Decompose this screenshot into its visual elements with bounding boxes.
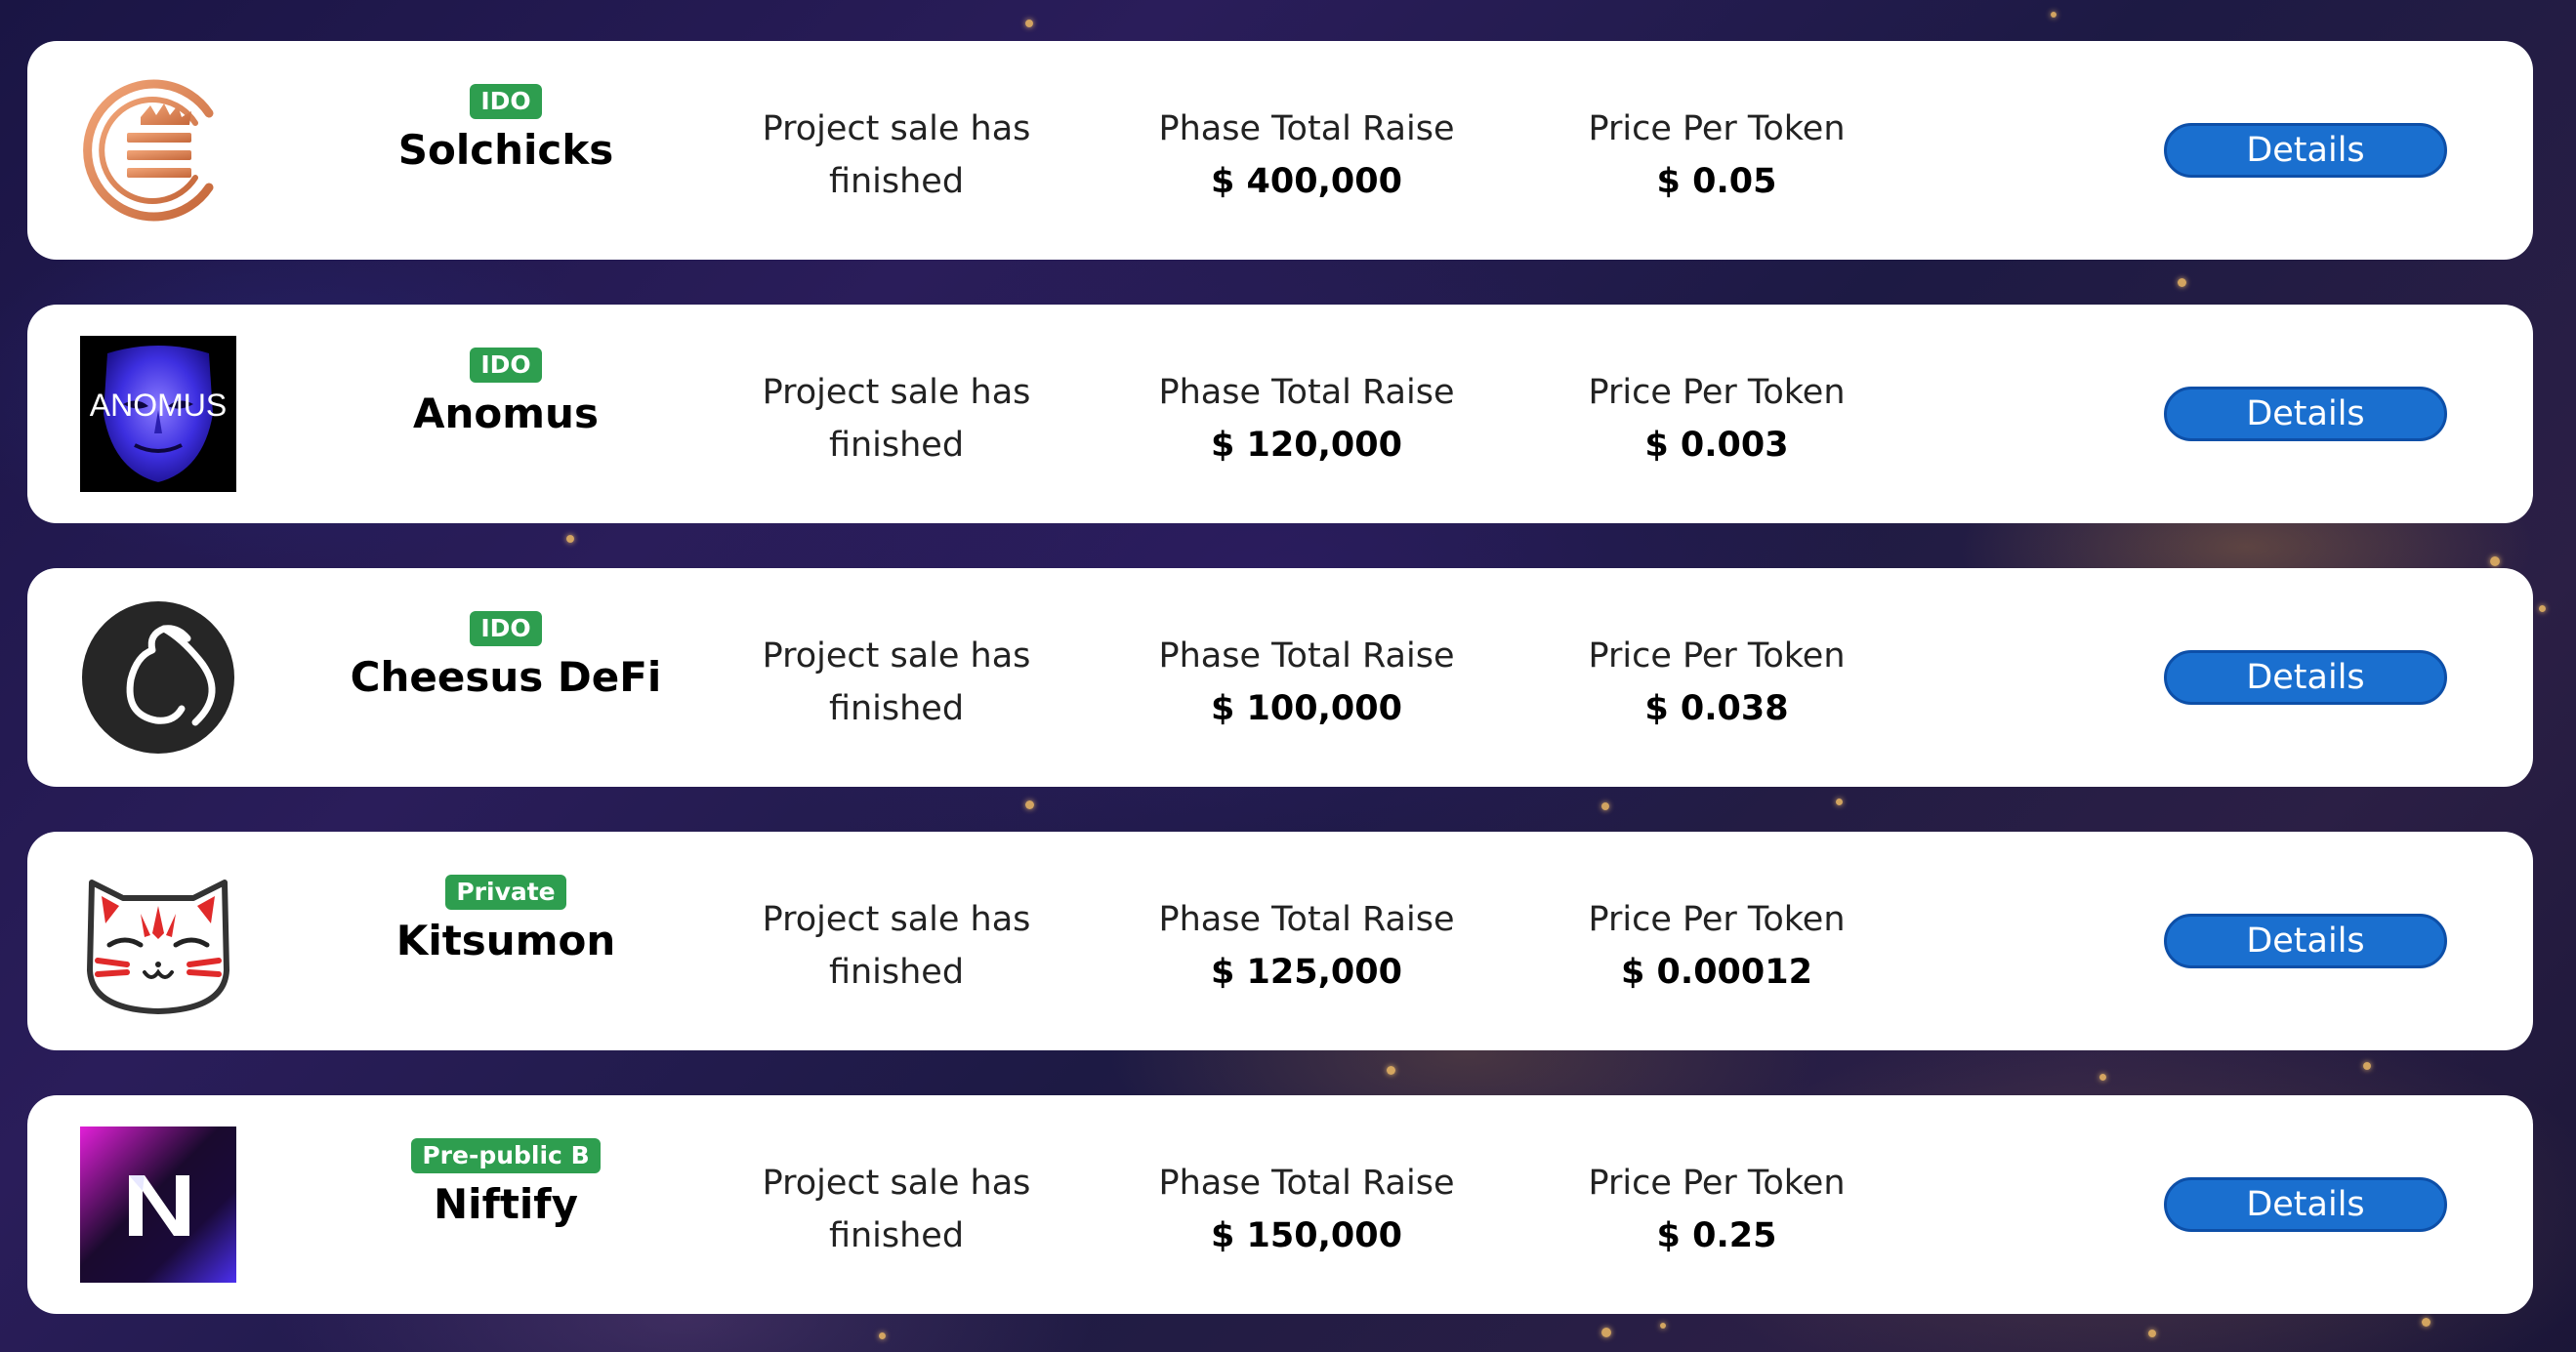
project-name-group: Pre-public B Niftify xyxy=(311,1138,701,1230)
phase-total-raise-label: Phase Total Raise xyxy=(1158,900,1455,939)
project-card-kitsumon: Private Kitsumon Project sale has finish… xyxy=(27,832,2533,1050)
price-per-token-value: $ 0.038 xyxy=(1644,689,1789,728)
sale-status-line2: finished xyxy=(828,689,965,728)
project-name-group: Private Kitsumon xyxy=(311,875,701,966)
details-button[interactable]: Details xyxy=(2164,650,2447,705)
project-card-niftify: Pre-public B Niftify Project sale has fi… xyxy=(27,1095,2533,1314)
sale-type-badge: Private xyxy=(445,875,566,910)
price-per-token-label: Price Per Token xyxy=(1588,109,1846,148)
phase-total-raise-label: Phase Total Raise xyxy=(1158,109,1455,148)
phase-total-raise-label: Phase Total Raise xyxy=(1158,636,1455,676)
price-per-token: Price Per Token $ 0.00012 xyxy=(1531,893,1902,999)
sale-status-line2: finished xyxy=(828,953,965,992)
sale-status: Project sale has finished xyxy=(711,366,1082,471)
details-button[interactable]: Details xyxy=(2164,1177,2447,1232)
sale-status: Project sale has finished xyxy=(711,102,1082,208)
price-per-token: Price Per Token $ 0.25 xyxy=(1531,1157,1902,1262)
project-name-group: IDO Cheesus DeFi xyxy=(311,611,701,703)
sale-status-line1: Project sale has xyxy=(762,1164,1031,1203)
svg-text:ANOMUS: ANOMUS xyxy=(90,388,227,423)
sale-status-line2: finished xyxy=(828,1216,965,1255)
phase-total-raise-value: $ 400,000 xyxy=(1211,162,1402,201)
phase-total-raise: Phase Total Raise $ 120,000 xyxy=(1121,366,1492,471)
sale-status-line1: Project sale has xyxy=(762,373,1031,412)
sale-status-line1: Project sale has xyxy=(762,636,1031,676)
sale-status-line1: Project sale has xyxy=(762,900,1031,939)
sale-type-badge: IDO xyxy=(470,84,542,119)
phase-total-raise: Phase Total Raise $ 100,000 xyxy=(1121,630,1492,735)
price-per-token-value: $ 0.25 xyxy=(1656,1216,1777,1255)
phase-total-raise-label: Phase Total Raise xyxy=(1158,373,1455,412)
niftify-n-logo-icon xyxy=(80,1127,236,1283)
price-per-token-value: $ 0.003 xyxy=(1644,426,1789,465)
phase-total-raise: Phase Total Raise $ 150,000 xyxy=(1121,1157,1492,1262)
project-card-cheesus-defi: IDO Cheesus DeFi Project sale has finish… xyxy=(27,568,2533,787)
project-card-anomus: ANOMUS IDO Anomus Project sale has finis… xyxy=(27,305,2533,523)
anomus-mask-logo-icon: ANOMUS xyxy=(80,336,236,492)
project-name: Anomus xyxy=(413,389,599,437)
cheesus-defi-logo-icon xyxy=(80,599,236,756)
phase-total-raise: Phase Total Raise $ 400,000 xyxy=(1121,102,1492,208)
sale-status: Project sale has finished xyxy=(711,630,1082,735)
sale-type-badge: IDO xyxy=(470,611,542,646)
phase-total-raise-value: $ 100,000 xyxy=(1211,689,1402,728)
project-name: Niftify xyxy=(434,1180,578,1228)
price-per-token-value: $ 0.05 xyxy=(1656,162,1777,201)
price-per-token-label: Price Per Token xyxy=(1588,1164,1846,1203)
project-name-group: IDO Anomus xyxy=(311,348,701,439)
sale-status: Project sale has finished xyxy=(711,1157,1082,1262)
details-button[interactable]: Details xyxy=(2164,123,2447,178)
sale-status-line1: Project sale has xyxy=(762,109,1031,148)
phase-total-raise-label: Phase Total Raise xyxy=(1158,1164,1455,1203)
details-button[interactable]: Details xyxy=(2164,914,2447,968)
sale-type-badge: IDO xyxy=(470,348,542,383)
price-per-token: Price Per Token $ 0.003 xyxy=(1531,366,1902,471)
phase-total-raise: Phase Total Raise $ 125,000 xyxy=(1121,893,1492,999)
sale-status-line2: finished xyxy=(828,162,965,201)
kitsune-mask-logo-icon xyxy=(80,863,236,1019)
price-per-token: Price Per Token $ 0.05 xyxy=(1531,102,1902,208)
price-per-token-label: Price Per Token xyxy=(1588,373,1846,412)
price-per-token-value: $ 0.00012 xyxy=(1621,953,1812,992)
phase-total-raise-value: $ 125,000 xyxy=(1211,953,1402,992)
sale-status-line2: finished xyxy=(828,426,965,465)
phase-total-raise-value: $ 150,000 xyxy=(1211,1216,1402,1255)
solchicks-logo-icon xyxy=(80,72,236,228)
price-per-token: Price Per Token $ 0.038 xyxy=(1531,630,1902,735)
sale-type-badge: Pre-public B xyxy=(411,1138,601,1173)
price-per-token-label: Price Per Token xyxy=(1588,900,1846,939)
details-button[interactable]: Details xyxy=(2164,387,2447,441)
project-card-solchicks: IDO Solchicks Project sale has finished … xyxy=(27,41,2533,260)
project-name: Kitsumon xyxy=(395,917,616,964)
project-name: Solchicks xyxy=(397,126,614,174)
phase-total-raise-value: $ 120,000 xyxy=(1211,426,1402,465)
price-per-token-label: Price Per Token xyxy=(1588,636,1846,676)
project-name: Cheesus DeFi xyxy=(350,653,662,701)
sale-status: Project sale has finished xyxy=(711,893,1082,999)
project-name-group: IDO Solchicks xyxy=(311,84,701,176)
